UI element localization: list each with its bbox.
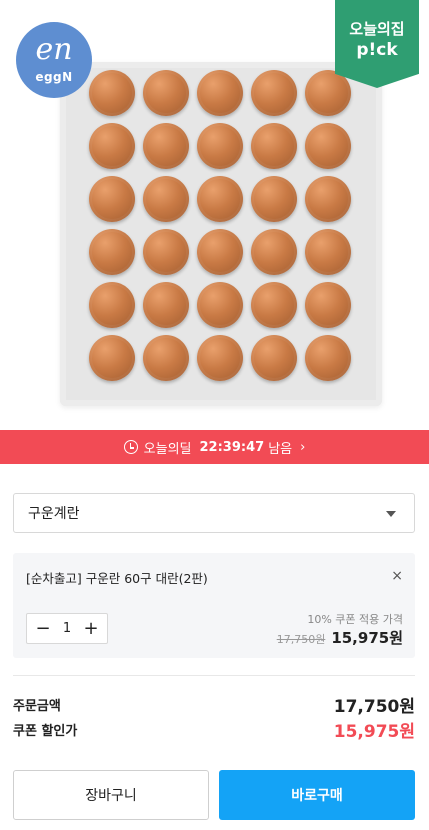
- product-image[interactable]: en eggN 오늘의집 p!ck: [0, 0, 429, 430]
- close-icon[interactable]: ×: [391, 569, 403, 583]
- egg: [143, 229, 189, 275]
- egg: [143, 176, 189, 222]
- coupon-price-label: 10% 쿠폰 적용 가격: [307, 613, 403, 626]
- chevron-down-icon: [386, 511, 396, 517]
- egg: [197, 176, 243, 222]
- option-price: 17,750원 15,975원: [277, 627, 403, 648]
- selected-option-name: [순차출고] 구운란 60구 대란(2판): [26, 571, 208, 586]
- egg: [89, 176, 135, 222]
- egg: [251, 70, 297, 116]
- selected-option-card: [순차출고] 구운란 60구 대란(2판) × − 1 + 10% 쿠폰 적용 …: [13, 553, 415, 658]
- quantity-value: 1: [62, 621, 72, 636]
- deal-label: 오늘의딜: [143, 441, 192, 457]
- egg: [251, 229, 297, 275]
- order-amount-value: 17,750원: [333, 697, 415, 717]
- original-price: 17,750원: [276, 633, 326, 646]
- pick-ribbon-title: 오늘의집: [349, 20, 405, 38]
- egg: [305, 123, 351, 169]
- coupon-discount-value: 15,975원: [333, 722, 415, 742]
- pick-ribbon: 오늘의집 p!ck: [335, 0, 419, 88]
- egg: [143, 70, 189, 116]
- pick-ribbon-subtitle: p!ck: [356, 40, 398, 60]
- egg: [89, 123, 135, 169]
- buy-now-button[interactable]: 바로구매: [219, 770, 415, 820]
- divider: [13, 675, 415, 676]
- plus-icon[interactable]: +: [83, 619, 99, 638]
- order-amount-label: 주문금액: [13, 699, 61, 714]
- quantity-stepper[interactable]: − 1 +: [26, 613, 108, 644]
- egg: [305, 229, 351, 275]
- egg: [89, 282, 135, 328]
- egg: [89, 229, 135, 275]
- egg: [305, 335, 351, 381]
- egg: [251, 335, 297, 381]
- option-select-value: 구운계란: [28, 506, 80, 522]
- egg: [251, 282, 297, 328]
- coupon-discount-label: 쿠폰 할인가: [13, 724, 78, 739]
- egg: [305, 282, 351, 328]
- egg: [89, 335, 135, 381]
- add-to-cart-button[interactable]: 장바구니: [13, 770, 209, 820]
- option-select[interactable]: 구운계란: [13, 493, 415, 533]
- sale-price: 15,975원: [331, 629, 403, 647]
- deal-countdown: 22:39:47: [199, 439, 265, 455]
- egg: [197, 70, 243, 116]
- brand-name: eggN: [35, 70, 73, 84]
- egg: [143, 335, 189, 381]
- egg: [197, 229, 243, 275]
- egg: [305, 176, 351, 222]
- egg: [251, 176, 297, 222]
- egg: [143, 282, 189, 328]
- deal-timer-bar[interactable]: 오늘의딜 22:39:47 남음 ›: [0, 430, 429, 464]
- brand-logo-mark: en: [35, 32, 73, 67]
- clock-icon: [123, 440, 138, 454]
- egg: [89, 70, 135, 116]
- minus-icon[interactable]: −: [35, 619, 51, 638]
- brand-badge: en eggN: [16, 22, 92, 98]
- egg: [251, 123, 297, 169]
- egg: [143, 123, 189, 169]
- egg: [197, 123, 243, 169]
- egg: [197, 335, 243, 381]
- deal-suffix: 남음: [268, 441, 293, 457]
- chevron-right-icon: ›: [300, 439, 306, 455]
- egg: [197, 282, 243, 328]
